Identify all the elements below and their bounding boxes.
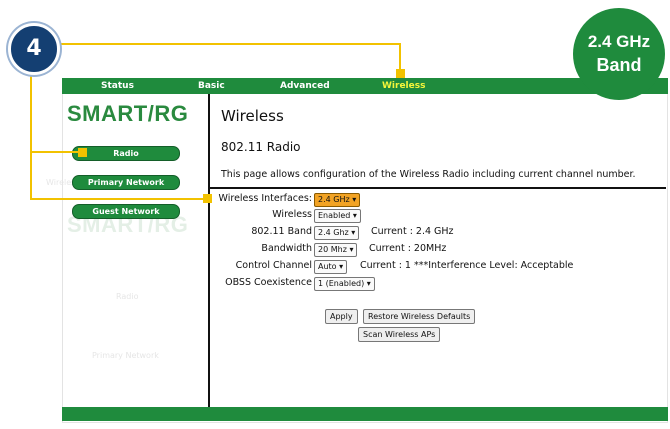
channel-current: Current : 1 ***Interference Level: Accep… <box>360 260 574 271</box>
obss-value: 1 (Enabled) <box>318 279 365 288</box>
section-title: 802.11 Radio <box>221 140 301 154</box>
row-wireless-interfaces: Wireless Interfaces: <box>210 192 312 206</box>
obss-label: OBSS Coexistence <box>225 277 312 288</box>
callout-line-interfaces <box>30 198 208 200</box>
callout-marker-wireless <box>396 69 405 78</box>
faded-network-label: Primary Network <box>92 351 159 360</box>
row-band: 802.11 Band <box>210 225 312 239</box>
sidebar-item-guest-network[interactable]: Guest Network <box>72 204 180 219</box>
nav-basic[interactable]: Basic <box>198 78 225 94</box>
wireless-interfaces-label: Wireless Interfaces: <box>218 193 312 204</box>
page-title: Wireless <box>221 107 284 125</box>
bandwidth-value: 20 Mhz <box>318 245 347 254</box>
obss-select[interactable]: 1 (Enabled) ▾ <box>314 277 375 291</box>
callout-marker-radio <box>78 148 87 157</box>
band-current: Current : 2.4 GHz <box>371 226 454 237</box>
control-channel-value: Auto <box>318 262 337 271</box>
sidebar-item-primary-network[interactable]: Primary Network <box>72 175 180 190</box>
nav-advanced[interactable]: Advanced <box>280 78 330 94</box>
control-channel-select[interactable]: Auto ▾ <box>314 260 348 274</box>
band-callout-line1: 2.4 GHz <box>587 32 651 51</box>
row-wireless: Wireless <box>210 208 312 222</box>
control-channel-label: Control Channel <box>235 260 312 271</box>
top-nav: Status Basic Advanced Wireless <box>62 78 668 94</box>
callout-line-top <box>30 43 400 45</box>
footer-bar <box>62 407 668 421</box>
callout-line-radio <box>30 151 82 153</box>
apply-button[interactable]: Apply <box>325 309 358 324</box>
faded-radio-label: Radio <box>116 292 139 301</box>
row-bandwidth: Bandwidth <box>210 242 312 256</box>
wireless-interfaces-select[interactable]: 2.4 GHz ▾ <box>314 193 361 207</box>
sidebar-item-radio[interactable]: Radio <box>72 146 180 161</box>
content-divider <box>210 187 666 189</box>
bandwidth-select[interactable]: 20 Mhz ▾ <box>314 243 358 257</box>
wireless-enable-select[interactable]: Enabled ▾ <box>314 209 361 223</box>
step-number-badge: 4 <box>8 23 60 75</box>
page-description: This page allows configuration of the Wi… <box>221 169 636 180</box>
nav-wireless[interactable]: Wireless <box>382 78 425 94</box>
router-page-frame <box>62 78 668 423</box>
band-label: 802.11 Band <box>251 226 312 237</box>
bandwidth-label: Bandwidth <box>261 243 312 254</box>
callout-marker-interfaces <box>203 194 212 203</box>
nav-status[interactable]: Status <box>101 78 134 94</box>
restore-defaults-button[interactable]: Restore Wireless Defaults <box>363 309 476 324</box>
row-control-channel: Control Channel <box>210 259 312 273</box>
band-select[interactable]: 2.4 Ghz ▾ <box>314 226 360 240</box>
bandwidth-current: Current : 20MHz <box>369 243 447 254</box>
wireless-interfaces-value: 2.4 GHz <box>318 195 350 204</box>
wireless-label: Wireless <box>272 209 312 220</box>
band-callout-badge: 2.4 GHz Band <box>573 8 665 100</box>
band-value: 2.4 Ghz <box>318 228 349 237</box>
band-callout-line2: Band <box>596 55 642 75</box>
row-obss: OBSS Coexistence <box>210 276 312 290</box>
scan-aps-button[interactable]: Scan Wireless APs <box>358 327 441 342</box>
brand-logo: SMART/RG <box>67 101 189 126</box>
wireless-enable-value: Enabled <box>318 211 351 220</box>
